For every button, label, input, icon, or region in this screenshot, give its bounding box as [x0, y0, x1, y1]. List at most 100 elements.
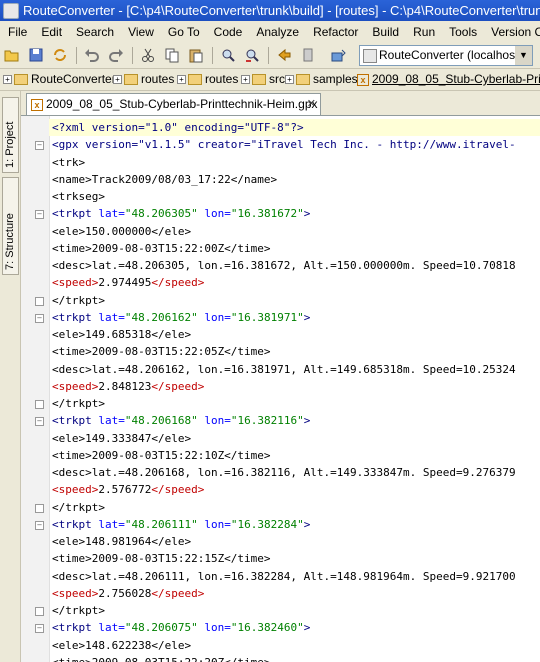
- code-token: 2.974495: [98, 276, 152, 290]
- menu-go-to[interactable]: Go To: [160, 21, 206, 43]
- fold-toggle-icon[interactable]: −: [35, 520, 44, 530]
- code-line: <ele>150.000000</ele>: [52, 223, 191, 240]
- toolbar-separator: [212, 47, 213, 64]
- code-line: <trkpt lat="48.206075" lon="16.382460">: [52, 621, 311, 635]
- code-line: <time>2009-08-03T15:22:10Z</time>: [52, 447, 271, 464]
- code-token: <desc>lat.=48.206162, lon.=16.381971, Al…: [52, 362, 516, 376]
- toolbar-separator: [132, 47, 133, 64]
- code-line: <?xml version="1.0" encoding="UTF-8"?>: [49, 119, 540, 136]
- open-icon[interactable]: [4, 47, 20, 63]
- cut-icon[interactable]: [140, 47, 156, 63]
- toolbar-separator: [76, 47, 77, 64]
- fold-toggle-icon[interactable]: −: [35, 624, 44, 634]
- run-config-icon: [363, 49, 377, 63]
- code-token: 16.381672: [237, 207, 298, 221]
- app-icon: [3, 3, 19, 19]
- redo-icon[interactable]: [108, 47, 124, 63]
- folder-icon: [296, 74, 310, 86]
- code-token: <?xml version="1.0" encoding="UTF-8"?>: [52, 121, 304, 134]
- menu-tools[interactable]: Tools: [441, 21, 483, 43]
- fold-end-icon[interactable]: [35, 607, 44, 616]
- folder-icon: [188, 74, 202, 86]
- menu-analyze[interactable]: Analyze: [248, 21, 305, 43]
- code-token: <name>Track2009/08/03_17:22</name>: [52, 172, 278, 186]
- xml-file-icon: x: [357, 73, 369, 86]
- code-token: </trkpt>: [52, 604, 105, 617]
- structure-tab-label: 7: Structure: [4, 213, 16, 270]
- breadcrumb-label: src: [269, 72, 285, 86]
- code-editor[interactable]: <?xml version="1.0" encoding="UTF-8"?> <g…: [21, 116, 540, 662]
- copy-icon[interactable]: [164, 47, 180, 63]
- expand-icon: +: [3, 75, 12, 85]
- run-configuration-select[interactable]: RouteConverter (localhost) ▼: [359, 45, 533, 66]
- code-token: <desc>lat.=48.206305, lon.=16.381672, Al…: [52, 259, 516, 272]
- breadcrumb-src[interactable]: + src: [241, 69, 285, 90]
- code-token: <time>2009-08-03T15:22:10Z</time>: [52, 448, 271, 462]
- expand-icon: +: [285, 75, 294, 85]
- find-icon[interactable]: [220, 47, 236, 63]
- code-line: <trkpt lat="48.206305" lon="16.381672">: [52, 207, 311, 221]
- breadcrumb-current-file[interactable]: x2009_08_05_Stub-Cyberlab-Printte: [357, 69, 540, 90]
- fold-end-icon[interactable]: [35, 296, 44, 306]
- code-token: 48.206111: [131, 517, 192, 531]
- undo-icon[interactable]: [84, 47, 100, 63]
- fold-toggle-icon[interactable]: −: [35, 417, 44, 427]
- breadcrumb-label: RouteConverter: [31, 72, 116, 86]
- code-line: <name>Track2009/08/03_17:22</name>: [52, 171, 277, 188]
- code-line: <trkpt lat="48.206111" lon="16.382284">: [52, 517, 311, 531]
- close-icon[interactable]: ✕: [307, 94, 316, 115]
- chevron-down-icon[interactable]: ▼: [515, 46, 532, 65]
- menu-search[interactable]: Search: [68, 21, 120, 43]
- code-token: 16.382116: [237, 414, 298, 428]
- project-tool-tab[interactable]: 1: Project: [2, 97, 19, 173]
- code-line: <ele>148.981964</ele>: [52, 533, 191, 550]
- code-line: </trkpt>: [52, 292, 105, 309]
- breadcrumb-routes-folder[interactable]: + routes: [177, 69, 238, 90]
- fold-toggle-icon[interactable]: −: [35, 313, 44, 323]
- menu-build[interactable]: Build: [364, 21, 405, 43]
- editor-tab-label: 2009_08_05_Stub-Cyberlab-Printtechnik-He…: [46, 97, 318, 111]
- breadcrumb-samples[interactable]: + samples: [285, 69, 358, 90]
- build-icon[interactable]: [330, 47, 346, 63]
- menu-view[interactable]: View: [120, 21, 160, 43]
- back-icon[interactable]: [276, 47, 292, 63]
- code-token: <ele>150.000000</ele>: [52, 224, 192, 238]
- structure-tool-tab[interactable]: 7: Structure: [2, 177, 19, 275]
- forward-icon[interactable]: [300, 47, 316, 63]
- editor-tab-bar: x 2009_08_05_Stub-Cyberlab-Printtechnik-H…: [21, 91, 540, 116]
- left-tool-strip: 1: Project 7: Structure: [0, 91, 21, 662]
- code-token: 48.206162: [131, 310, 192, 324]
- code-line: <speed>2.974495</speed>: [52, 276, 205, 290]
- menu-file[interactable]: File: [0, 21, 33, 43]
- menu-refactor[interactable]: Refactor: [305, 21, 364, 43]
- expand-icon: +: [177, 75, 186, 85]
- breadcrumb-routeconverter[interactable]: + RouteConverter: [3, 69, 116, 90]
- code-token: 16.381971: [237, 310, 298, 324]
- code-line: <trk>: [52, 154, 85, 171]
- code-token: <time>2009-08-03T15:22:20Z</time>: [52, 656, 271, 662]
- project-folder-icon: [14, 74, 28, 86]
- menu-code[interactable]: Code: [206, 21, 249, 43]
- code-token: 16.382284: [237, 517, 298, 531]
- code-token: <time>2009-08-03T15:22:05Z</time>: [52, 345, 271, 359]
- breadcrumb-routes-module[interactable]: + routes: [113, 69, 174, 90]
- fold-end-icon[interactable]: [35, 400, 44, 409]
- code-line: <desc>lat.=48.206162, lon.=16.381971, Al…: [52, 361, 516, 378]
- save-icon[interactable]: [28, 47, 44, 63]
- code-line: <gpx version="v1.1.5" creator="iTravel T…: [52, 136, 516, 153]
- code-token: <time>2009-08-03T15:22:00Z</time>: [52, 241, 271, 255]
- menu-version-control[interactable]: Version C: [483, 21, 540, 43]
- paste-icon[interactable]: [188, 47, 204, 63]
- fold-end-icon[interactable]: [35, 503, 44, 513]
- editor-tab-gpx-file[interactable]: x 2009_08_05_Stub-Cyberlab-Printtechnik-H…: [26, 93, 321, 115]
- fold-toggle-icon[interactable]: −: [35, 141, 44, 151]
- menu-run[interactable]: Run: [405, 21, 441, 43]
- sync-icon[interactable]: [52, 47, 68, 63]
- code-line: <ele>149.685318</ele>: [52, 326, 191, 343]
- replace-icon[interactable]: [244, 47, 260, 63]
- menu-edit[interactable]: Edit: [33, 21, 68, 43]
- fold-toggle-icon[interactable]: −: [35, 210, 44, 220]
- expand-icon: +: [241, 75, 250, 85]
- code-line: <ele>149.333847</ele>: [52, 430, 191, 447]
- expand-icon: +: [113, 75, 122, 85]
